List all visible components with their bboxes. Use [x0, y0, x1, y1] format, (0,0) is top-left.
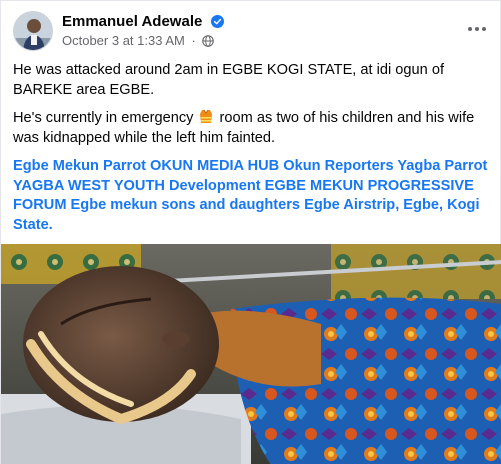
- verified-badge-icon: [210, 15, 224, 28]
- author-name[interactable]: Emmanuel Adewale: [62, 13, 224, 30]
- avatar[interactable]: [13, 11, 53, 51]
- post-photo[interactable]: [1, 244, 501, 464]
- post-paragraph-1: He was attacked around 2am in EGBE KOGI …: [13, 62, 444, 98]
- post-paragraph-2: He's currently in emergency room as two …: [13, 109, 491, 148]
- globe-icon[interactable]: [202, 35, 215, 47]
- facebook-post: Emmanuel Adewale October 3 at 1:33 AM ·: [0, 0, 501, 464]
- meta-separator: ·: [191, 33, 196, 48]
- safety-vest-emoji: [199, 109, 213, 124]
- post-tags[interactable]: Egbe Mekun Parrot OKUN MEDIA HUB Okun Re…: [13, 157, 491, 235]
- post-text: He was attacked around 2am in EGBE KOGI …: [13, 61, 491, 244]
- author-name-text[interactable]: Emmanuel Adewale: [62, 13, 202, 30]
- post-header: Emmanuel Adewale October 3 at 1:33 AM ·: [13, 11, 491, 53]
- more-options-icon[interactable]: [463, 19, 491, 39]
- post-timestamp[interactable]: October 3 at 1:33 AM: [62, 33, 185, 48]
- post-meta: October 3 at 1:33 AM ·: [62, 33, 215, 48]
- post-paragraph-2-start: He's currently in emergency: [13, 110, 194, 126]
